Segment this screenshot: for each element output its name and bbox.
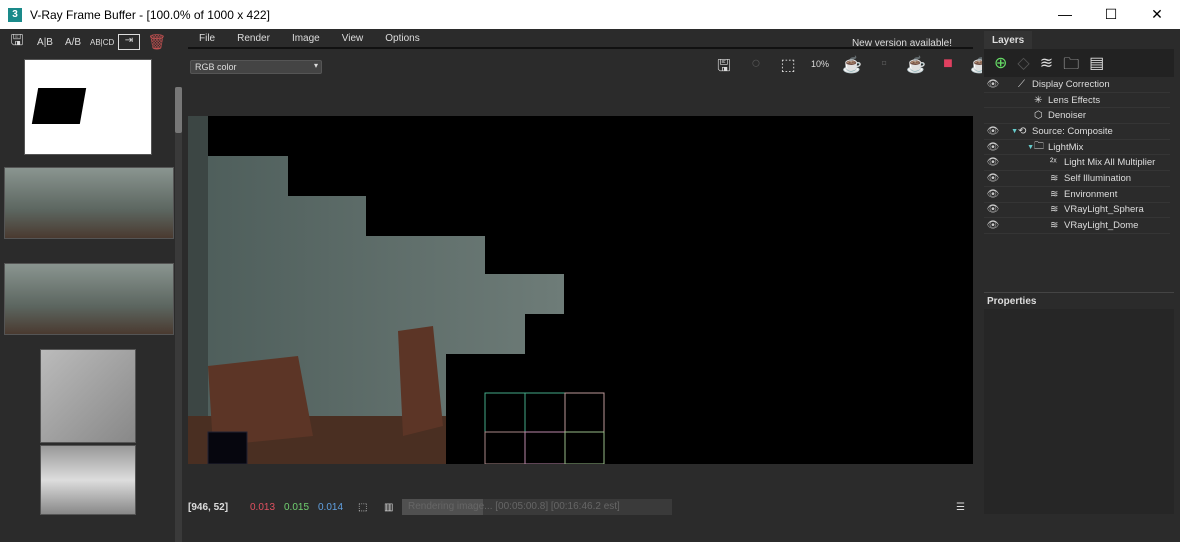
history-thumb[interactable] <box>24 59 152 155</box>
layer-label: Source: Composite <box>1032 125 1113 137</box>
layers-icon: ≋ <box>1050 188 1059 200</box>
maximize-button[interactable]: ☐ <box>1088 0 1134 29</box>
pick-icon[interactable]: ⬚ <box>358 502 384 513</box>
visibility-eye-icon[interactable]: 👁 <box>984 157 1002 168</box>
save-image-icon[interactable]: 🖫 <box>713 55 735 82</box>
rendered-image <box>188 116 605 465</box>
layer-item[interactable]: 👁 ≋ VRayLight_Sphera <box>984 203 1170 219</box>
log-menu-icon[interactable]: ☰ <box>956 502 965 513</box>
menu-view[interactable]: View <box>331 29 375 47</box>
layer-label: LightMix <box>1048 141 1084 153</box>
menu-image[interactable]: Image <box>281 29 331 47</box>
visibility-eye-icon[interactable]: 👁 <box>984 126 1002 137</box>
layer-label: Display Correction <box>1032 78 1110 90</box>
ab-compare-icon[interactable]: A|B <box>34 37 56 48</box>
folder-icon: 🗀 <box>1034 140 1044 152</box>
multiplier-icon: ²ˣ <box>1050 157 1057 169</box>
layer-item[interactable]: 👁 ▼ 🗀 LightMix <box>984 140 1170 156</box>
channel-select[interactable]: RGB color <box>190 60 322 74</box>
layer-label: VRayLight_Dome <box>1064 220 1139 232</box>
trash-icon[interactable]: 🗑 <box>146 33 168 51</box>
circle-icon[interactable]: ○ <box>745 55 767 82</box>
curve-icon: ⟋ <box>1018 78 1025 90</box>
layer-tree: 👁 ⟋ Display Correction ✳ Lens Effects ⬡ Denois… <box>984 77 1170 234</box>
tab-layers[interactable]: Layers <box>984 31 1033 50</box>
layers-icon: ≋ <box>1050 220 1059 232</box>
progress-text: Rendering image... [00:05:00.8] [00:16:4… <box>408 501 620 512</box>
layer-item[interactable]: 👁 ²ˣ Light Mix All Multiplier <box>984 155 1170 172</box>
teapot-disabled-icon: ☕ <box>906 57 926 74</box>
stop-render-icon[interactable]: ■ <box>937 55 959 82</box>
app-logo-icon: 3 <box>8 7 22 22</box>
layer-label: Self Illumination <box>1064 172 1132 184</box>
composite-icon: ⟲ <box>1018 125 1027 137</box>
lens-icon: ✳ <box>1034 94 1043 106</box>
crop-icon[interactable]: ▫ <box>873 55 895 82</box>
properties-panel <box>984 309 1174 514</box>
history-panel: 🖫 A|B A/B AB|CD ⇥ 🗑 <box>0 29 184 542</box>
region-render-icon[interactable]: ⬚ <box>777 55 799 82</box>
menu-file[interactable]: File <box>188 29 226 47</box>
visibility-eye-icon[interactable]: 👁 <box>984 204 1002 215</box>
history-thumb[interactable] <box>4 167 174 239</box>
history-thumb[interactable] <box>40 349 136 443</box>
pixel-blue-value: 0.014 <box>318 501 344 513</box>
ab-diagonal-icon[interactable]: A/B <box>62 37 84 48</box>
cube-icon: ⬡ <box>1034 110 1043 122</box>
layers-icon: ≋ <box>1050 204 1059 216</box>
zoom-level[interactable]: 10% <box>809 55 831 82</box>
layer-label: Environment <box>1064 188 1118 200</box>
pixel-green-value: 0.015 <box>284 501 310 513</box>
title-bar: 3 V-Ray Frame Buffer - [100.0% of 1000 x… <box>0 0 1180 29</box>
pixel-coords: [946, 52] <box>188 501 229 513</box>
layer-item[interactable]: 👁 ≋ Environment <box>984 187 1170 203</box>
layer-item[interactable]: 👁 ≋ Self Illumination <box>984 171 1170 187</box>
add-layer-icon[interactable]: ⊕ <box>994 53 1007 73</box>
window-title: V-Ray Frame Buffer - [100.0% of 1000 x 4… <box>30 7 270 22</box>
visibility-eye-icon[interactable]: 👁 <box>984 142 1002 153</box>
visibility-eye-icon[interactable]: 👁 <box>984 220 1002 231</box>
layer-item[interactable]: ✳ Lens Effects <box>984 93 1170 109</box>
save-history-icon[interactable]: 🖫 <box>6 30 28 55</box>
history-thumb[interactable] <box>40 445 136 515</box>
render-viewport[interactable] <box>188 116 973 465</box>
info-icon[interactable]: ▥ <box>384 502 393 513</box>
visibility-eye-icon[interactable]: 👁 <box>984 189 1002 200</box>
new-version-link[interactable]: New version available! <box>841 34 963 53</box>
visibility-eye-icon[interactable]: 👁 <box>984 79 1002 90</box>
save-layers-icon[interactable]: ≋ <box>1040 53 1053 73</box>
layer-item[interactable]: ⬡ Denoiser <box>984 108 1170 125</box>
delete-layer-icon[interactable]: ◇ <box>1017 53 1029 73</box>
visibility-eye-icon[interactable]: 👁 <box>984 173 1002 184</box>
properties-title: Properties <box>984 292 1174 310</box>
view-toolbar: 🖫 ○ ⬚ 10% ☕ ▫ ☕ ■ ☕ <box>713 55 991 82</box>
layer-label: Denoiser <box>1048 110 1087 122</box>
layer-label: Light Mix All Multiplier <box>1064 157 1156 169</box>
menu-bar: File Render Image View Options New versi… <box>188 29 973 49</box>
menu-render[interactable]: Render <box>226 29 281 47</box>
menu-options[interactable]: Options <box>374 29 430 47</box>
minimize-button[interactable]: — <box>1042 0 1088 29</box>
layers-panel: Layers ⊕ ◇ ≋ 🗀 ▤ 👁 ⟋ Display Correction ✳ Le… <box>982 29 1180 518</box>
layer-label: Lens Effects <box>1048 94 1101 106</box>
render-progress: Rendering image... [00:05:00.8] [00:16:4… <box>402 499 672 515</box>
abcd-compare-icon[interactable]: AB|CD <box>90 38 114 47</box>
layer-item[interactable]: 👁 ⟋ Display Correction <box>984 77 1170 93</box>
load-layers-icon[interactable]: 🗀 <box>1063 53 1079 73</box>
pixel-red-value: 0.013 <box>250 501 276 513</box>
layers-icon: ≋ <box>1050 172 1059 184</box>
layer-presets-icon[interactable]: ▤ <box>1089 53 1104 73</box>
layer-item[interactable]: 👁 ▼ ⟲ Source: Composite <box>984 124 1170 140</box>
load-icon[interactable]: ⇥ <box>118 34 140 50</box>
layer-item[interactable]: 👁 ≋ VRayLight_Dome <box>984 218 1170 234</box>
history-scrollbar[interactable] <box>175 87 182 542</box>
render-interactive-icon[interactable]: ☕ <box>841 55 863 82</box>
history-thumb[interactable] <box>4 263 174 335</box>
layer-label: VRayLight_Sphera <box>1064 204 1144 216</box>
close-button[interactable]: ✕ <box>1134 0 1180 29</box>
